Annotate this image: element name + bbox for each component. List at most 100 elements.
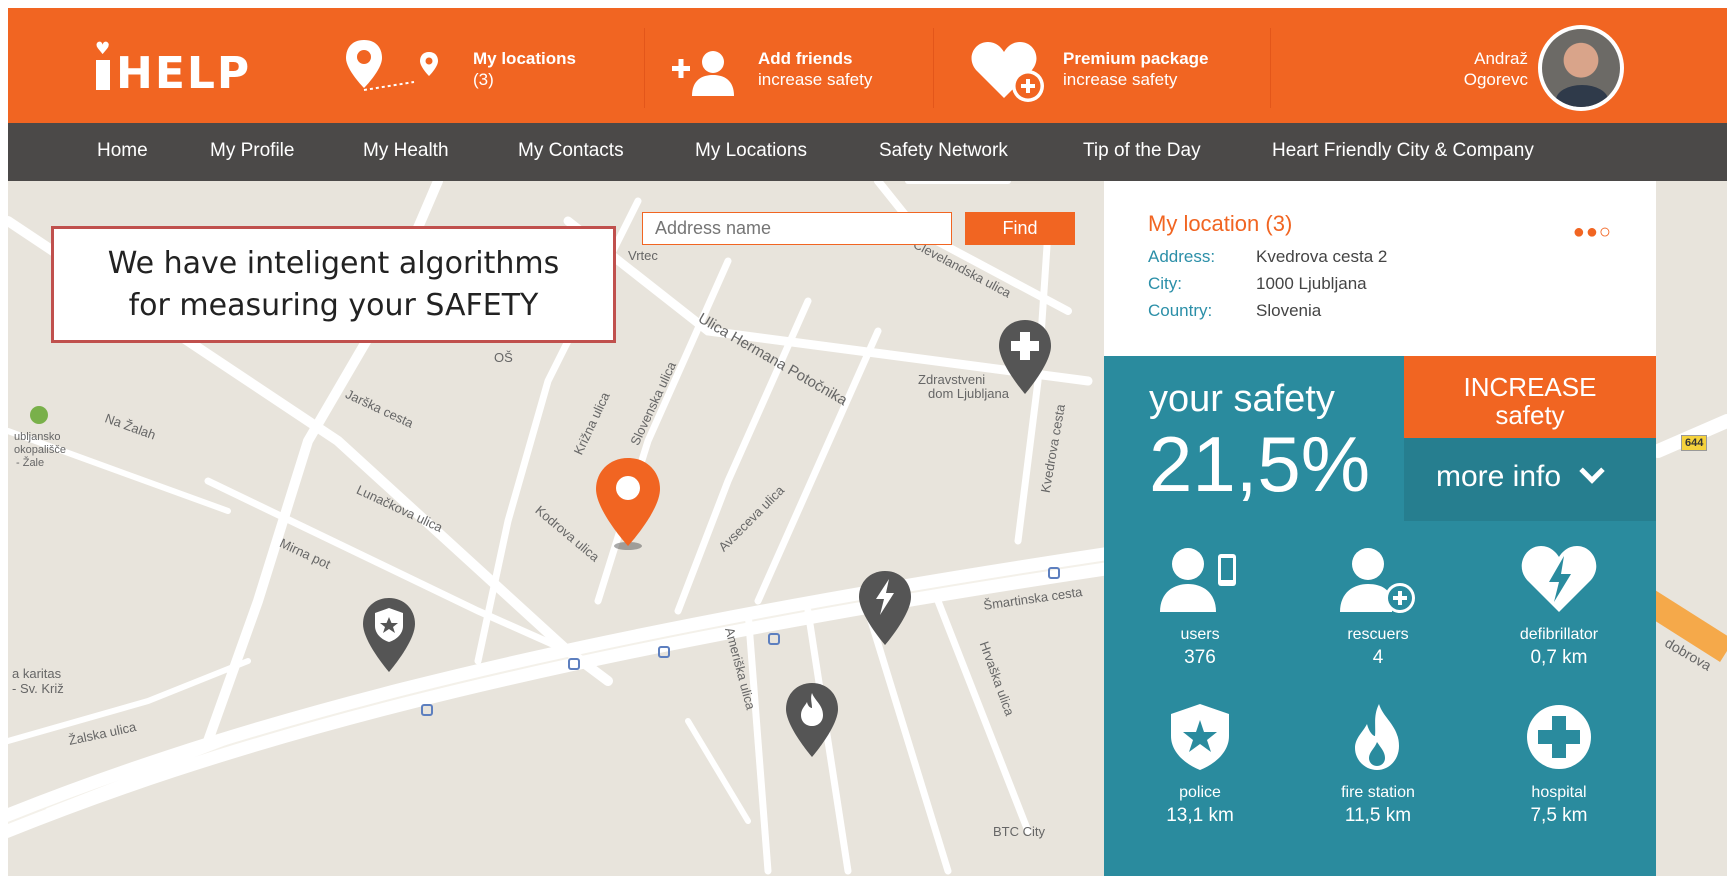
nav-item-home[interactable]: Home (97, 140, 148, 162)
map-label-cemetery-1: ubljansko (14, 431, 61, 443)
city-value: 1000 Ljubljana (1256, 274, 1367, 293)
my-locations-title: My locations (473, 49, 576, 68)
country-label: Country: (1148, 301, 1213, 320)
map-label-cemetery-2: okopališče (14, 444, 66, 456)
top-header: ♥ HELP My locations (3) Add friends incre… (8, 8, 1727, 123)
stat-hospital-value: 7,5 km (1530, 805, 1588, 826)
country-value: Slovenia (1256, 301, 1322, 320)
park-icon (30, 406, 48, 424)
location-pager-dots[interactable]: ●●○ (1573, 221, 1612, 244)
stat-fire-station-name: fire station (1341, 784, 1415, 801)
stat-defibrillator[interactable]: defibrillator 0,7 km (1484, 533, 1634, 671)
callout-line-1: We have inteligent algorithms (107, 245, 560, 281)
premium-sub: increase safety (1063, 70, 1178, 89)
avatar-photo (1542, 29, 1620, 107)
logo-i-stem (96, 60, 110, 90)
stat-police-name: police (1179, 784, 1221, 801)
police-marker-icon[interactable] (360, 596, 418, 676)
stat-users-name: users (1180, 626, 1220, 643)
safety-label: your safety (1149, 378, 1335, 420)
add-friends-title: Add friends (758, 49, 853, 68)
user-last-name: Ogorevc (1463, 70, 1528, 89)
header-divider (1270, 28, 1271, 108)
callout-text: We have inteligent algorithms for measur… (108, 243, 560, 327)
more-info-label: more info (1436, 460, 1562, 493)
main-nav: Home My Profile My Health My Contacts My… (8, 123, 1727, 181)
avatar[interactable] (1538, 25, 1624, 111)
bus-stop-icon[interactable] (568, 658, 580, 670)
header-divider (644, 28, 645, 108)
stat-hospital[interactable]: hospital 7,5 km (1484, 691, 1634, 829)
bus-stop-icon[interactable] (768, 633, 780, 645)
stat-rescuers[interactable]: rescuers 4 (1303, 533, 1453, 671)
ihelp-logo[interactable]: ♥ HELP (95, 39, 252, 99)
premium-heart-plus-icon[interactable] (970, 38, 1050, 104)
address-value: Kvedrova cesta 2 (1256, 247, 1388, 266)
map-label-karitas-1: a karitas (12, 666, 62, 681)
address-search-input[interactable] (642, 212, 952, 245)
bus-stop-icon[interactable] (421, 704, 433, 716)
stat-rescuers-value: 4 (1372, 647, 1384, 668)
premium-package-link[interactable]: Premium package increase safety (1063, 48, 1209, 90)
stat-fire-station[interactable]: fire station 11,5 km (1303, 691, 1453, 829)
screenshot-frame: ♥ HELP My locations (3) Add friends incre… (0, 0, 1727, 876)
safety-stats-grid: users 376 rescuers 4 defibrillator 0,7 k… (1104, 521, 1656, 876)
road-number-badge: 644 (1681, 435, 1708, 451)
map-label-karitas-2: - Sv. Križ (12, 681, 64, 696)
stat-defibrillator-name: defibrillator (1519, 626, 1599, 643)
map-label-vrtec: Vrtec (628, 248, 658, 263)
safety-score-box: your safety 21,5% (1104, 356, 1404, 521)
map-label-os: OŠ (494, 350, 513, 365)
city-row: City: 1000 Ljubljana (1148, 270, 1612, 297)
add-friends-link[interactable]: Add friends increase safety (758, 48, 872, 90)
nav-item-heart-friendly-city[interactable]: Heart Friendly City & Company (1272, 140, 1534, 162)
logo-heart-icon: ♥ (95, 39, 113, 59)
stat-defibrillator-value: 0,7 km (1530, 647, 1588, 668)
stat-police-value: 13,1 km (1166, 805, 1234, 826)
map-label-btc-city: BTC City (993, 824, 1045, 839)
hospital-marker-icon[interactable] (996, 318, 1054, 398)
more-info-button[interactable]: more info (1404, 438, 1656, 521)
bus-stop-icon[interactable] (658, 646, 670, 658)
current-location-marker[interactable] (593, 456, 663, 556)
hospital-cross-icon (1484, 691, 1634, 783)
find-button[interactable]: Find (965, 212, 1075, 245)
premium-title: Premium package (1063, 49, 1209, 68)
city-label: City: (1148, 274, 1182, 293)
address-row: Address: Kvedrova cesta 2 (1148, 243, 1612, 270)
nav-item-my-health[interactable]: My Health (363, 140, 449, 162)
add-friends-sub: increase safety (758, 70, 873, 89)
user-phone-icon (1125, 533, 1275, 625)
police-badge-icon (1125, 691, 1275, 783)
increase-safety-button[interactable]: INCREASE safety (1404, 356, 1656, 438)
ihelp-app: ♥ HELP My locations (3) Add friends incre… (8, 8, 1727, 876)
address-label: Address: (1148, 247, 1216, 266)
nav-item-my-locations[interactable]: My Locations (695, 140, 807, 162)
stat-rescuers-name: rescuers (1347, 626, 1409, 643)
defibrillator-heart-icon (1484, 533, 1634, 625)
nav-item-my-profile[interactable]: My Profile (210, 140, 294, 162)
nav-item-safety-network[interactable]: Safety Network (879, 140, 1008, 162)
stat-police[interactable]: police 13,1 km (1125, 691, 1275, 829)
location-title[interactable]: My location (3) (1148, 211, 1612, 237)
stat-users[interactable]: users 376 (1125, 533, 1275, 671)
locations-route-icon[interactable] (344, 38, 454, 98)
increase-line-2: safety (1495, 400, 1565, 430)
my-locations-count: (3) (473, 70, 494, 89)
add-friend-icon[interactable] (670, 48, 740, 98)
stat-hospital-name: hospital (1531, 784, 1587, 801)
user-name[interactable]: Andraž Ogorevc (1388, 48, 1528, 90)
nav-item-tip-of-the-day[interactable]: Tip of the Day (1083, 140, 1201, 162)
fire-station-marker-icon[interactable] (783, 681, 841, 761)
defibrillator-marker-icon[interactable] (856, 569, 914, 649)
map-label-cemetery-3: - Žale (16, 457, 45, 469)
location-info-box: My location (3) ●●○ Address: Kvedrova ce… (1104, 181, 1656, 356)
map-label-health-center-1: Zdravstveni (918, 372, 986, 387)
safety-value: 21,5% (1149, 420, 1371, 508)
increase-line-1: INCREASE (1463, 372, 1597, 402)
bus-stop-icon[interactable] (1048, 567, 1060, 579)
logo-text: HELP (116, 48, 252, 99)
country-row: Country: Slovenia (1148, 297, 1612, 324)
nav-item-my-contacts[interactable]: My Contacts (518, 140, 624, 162)
my-locations-link[interactable]: My locations (3) (473, 48, 576, 90)
